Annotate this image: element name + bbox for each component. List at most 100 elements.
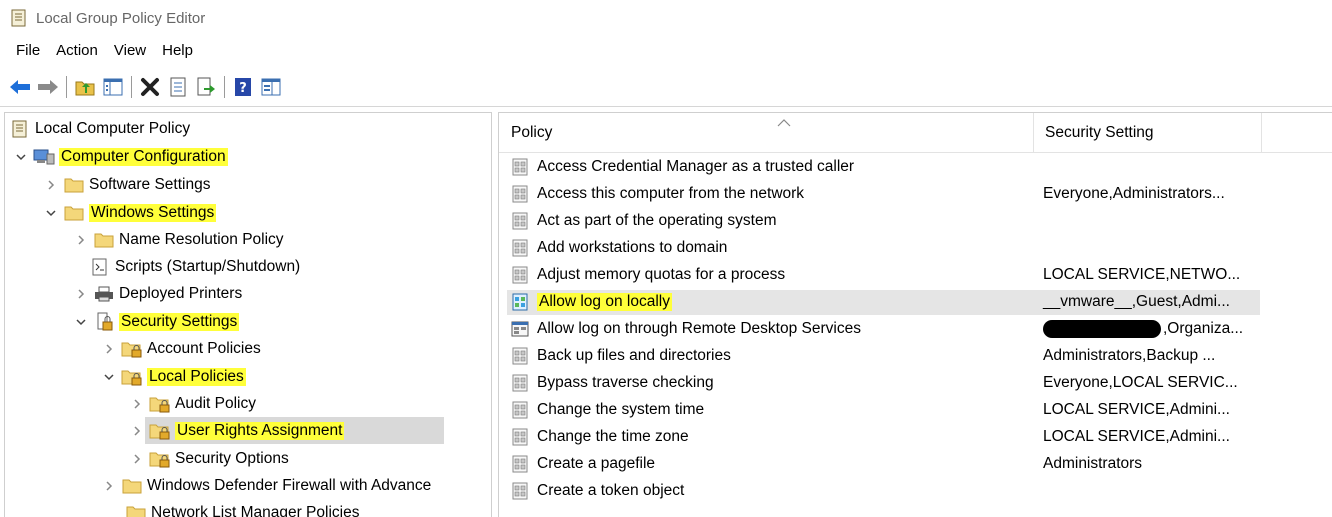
tree-item-name-resolution-policy[interactable]: Name Resolution Policy [73, 226, 284, 253]
console-tree[interactable]: Local Computer Policy Computer Configura… [4, 112, 492, 517]
security-setting-text: ,Organiza... [1163, 320, 1244, 338]
table-row[interactable]: Bypass traverse checking Everyone,LOCAL S… [499, 370, 1332, 397]
forward-arrow-icon[interactable] [36, 75, 60, 99]
table-row[interactable]: Allow log on locally __vmware__,Guest,Adm… [499, 289, 1332, 316]
help-icon[interactable]: ? [231, 75, 255, 99]
menu-action[interactable]: Action [48, 40, 106, 61]
table-row[interactable]: Act as part of the operating system [499, 208, 1332, 235]
tree-item-label: Windows Settings [89, 203, 217, 222]
view-icon[interactable] [259, 75, 283, 99]
delete-icon[interactable] [138, 75, 162, 99]
tree-item-computer-configuration[interactable]: Computer Configuration [13, 143, 228, 170]
security-setting-value: LOCAL SERVICE,Admini... [1043, 428, 1230, 446]
chevron-down-icon[interactable] [13, 143, 29, 170]
tree-item-network-list-manager-policies[interactable]: Network List Manager Policies [121, 499, 359, 517]
back-arrow-icon[interactable] [8, 75, 32, 99]
tree-item-user-rights-assignment[interactable]: User Rights Assignment [129, 417, 445, 444]
properties-icon[interactable] [166, 75, 190, 99]
tree-item-label: User Rights Assignment [175, 421, 345, 440]
chevron-right-icon[interactable] [129, 417, 145, 444]
toolbar-separator [66, 76, 67, 98]
policy-setting-icon [511, 482, 531, 502]
table-row[interactable]: Back up files and directories Administrat… [499, 343, 1332, 370]
security-setting-value: LOCAL SERVICE,Admini... [1043, 401, 1230, 419]
show-hide-tree-icon[interactable] [101, 75, 125, 99]
tree-item-windows-defender-firewall[interactable]: Windows Defender Firewall with Advance [101, 472, 431, 499]
policy-book-icon [9, 118, 31, 140]
policy-name: Change the system time [537, 401, 705, 418]
details-pane[interactable]: Policy Security Setting Access Credentia… [498, 112, 1332, 517]
export-list-icon[interactable] [194, 75, 218, 99]
table-row[interactable]: Access this computer from the network Eve… [499, 181, 1332, 208]
chevron-right-icon[interactable] [73, 226, 89, 253]
tree-item-local-policies[interactable]: Local Policies [101, 363, 246, 390]
table-row[interactable]: Allow log on through Remote Desktop Serv… [499, 316, 1332, 343]
column-header-security-setting[interactable]: Security Setting [1033, 113, 1261, 153]
policy-setting-icon [511, 347, 531, 367]
security-setting-value: Administrators,Backup ... [1043, 347, 1215, 365]
chevron-right-icon[interactable] [129, 390, 145, 417]
chevron-down-icon[interactable] [101, 363, 117, 390]
policy-name: Create a token object [537, 482, 685, 499]
policy-name: Access Credential Manager as a trusted c… [537, 158, 855, 175]
column-divider[interactable] [1261, 113, 1262, 153]
chevron-down-icon[interactable] [73, 308, 89, 335]
chevron-down-icon[interactable] [43, 199, 59, 226]
up-folder-icon[interactable] [73, 75, 97, 99]
tree-item-windows-settings[interactable]: Windows Settings [43, 199, 217, 226]
tree-item-security-options[interactable]: Security Options [129, 445, 289, 472]
computer-icon [33, 146, 55, 168]
tree-item-deployed-printers[interactable]: Deployed Printers [73, 280, 242, 307]
chevron-right-icon[interactable] [101, 335, 117, 362]
security-setting-text: Everyone,LOCAL SERVIC... [1043, 374, 1238, 391]
toolbar-divider [0, 106, 1332, 107]
tree-item-scripts[interactable]: Scripts (Startup/Shutdown) [89, 253, 300, 280]
folder-icon [93, 229, 115, 251]
column-header-policy[interactable]: Policy [499, 113, 1033, 153]
locked-folder-icon [149, 448, 171, 470]
chevron-right-icon[interactable] [129, 445, 145, 472]
tree-item-audit-policy[interactable]: Audit Policy [129, 390, 256, 417]
menu-help[interactable]: Help [154, 40, 201, 61]
tree-item-label: Security Settings [119, 312, 240, 331]
policy-name: Adjust memory quotas for a process [537, 266, 786, 283]
toolbar-separator [131, 76, 132, 98]
security-setting-value: Administrators [1043, 455, 1142, 473]
policy-setting-icon [511, 185, 531, 205]
tree-item-software-settings[interactable]: Software Settings [43, 171, 210, 198]
tree-item-label: Local Policies [147, 367, 246, 386]
table-row[interactable]: Create a pagefile Administrators [499, 451, 1332, 478]
chevron-right-icon[interactable] [101, 472, 117, 499]
tree-item-security-settings[interactable]: Security Settings [73, 308, 240, 335]
folder-icon [63, 174, 85, 196]
locked-folder-icon [149, 420, 171, 442]
security-setting-text: LOCAL SERVICE,Admini... [1043, 401, 1230, 418]
policy-name: Bypass traverse checking [537, 374, 714, 391]
menu-view[interactable]: View [106, 40, 154, 61]
window-title: Local Group Policy Editor [36, 9, 206, 27]
table-row[interactable]: Change the system time LOCAL SERVICE,Admi… [499, 397, 1332, 424]
table-row[interactable]: Adjust memory quotas for a process LOCAL … [499, 262, 1332, 289]
security-setting-text: Everyone,Administrators... [1043, 185, 1225, 202]
title-bar: Local Group Policy Editor [0, 0, 1332, 36]
locked-folder-icon [149, 393, 171, 415]
table-row[interactable]: Change the time zone LOCAL SERVICE,Admini… [499, 424, 1332, 451]
table-row[interactable]: Create a token object [499, 478, 1332, 505]
security-setting-value: __vmware__,Guest,Admi... [1043, 293, 1230, 311]
security-setting-text: LOCAL SERVICE,NETWO... [1043, 266, 1241, 283]
table-row[interactable]: Access Credential Manager as a trusted c… [499, 154, 1332, 181]
tree-item-label: Windows Defender Firewall with Advance [147, 476, 432, 494]
tree-item-account-policies[interactable]: Account Policies [101, 335, 261, 362]
chevron-right-icon[interactable] [73, 280, 89, 307]
tree-item-label: Name Resolution Policy [119, 230, 284, 248]
menu-file[interactable]: File [8, 40, 48, 61]
redacted-block [1043, 320, 1161, 338]
chevron-right-icon[interactable] [43, 171, 59, 198]
tree-item-local-computer-policy[interactable]: Local Computer Policy [9, 115, 190, 142]
policy-setting-icon [511, 455, 531, 475]
script-icon [89, 256, 111, 278]
table-row[interactable]: Add workstations to domain [499, 235, 1332, 262]
security-setting-text: Administrators [1043, 455, 1143, 472]
menu-bar: File Action View Help [0, 36, 1332, 64]
folder-icon [125, 502, 147, 517]
